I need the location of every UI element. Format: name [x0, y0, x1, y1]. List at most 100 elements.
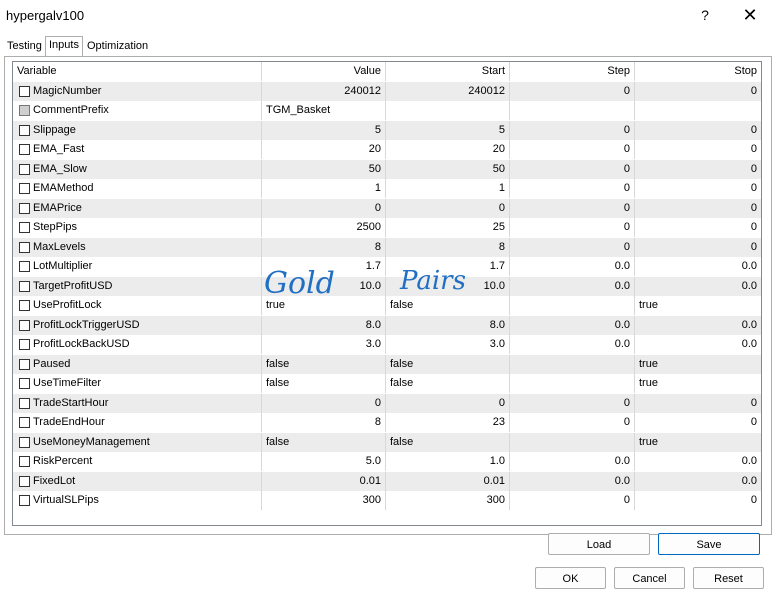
- header-stop[interactable]: Stop: [635, 62, 761, 81]
- table-row[interactable]: EMAMethod 1 1 0 0: [13, 179, 761, 199]
- value-cell[interactable]: 5.0: [262, 452, 386, 471]
- step-cell[interactable]: 0: [510, 81, 635, 101]
- start-cell[interactable]: 8.0: [386, 315, 510, 335]
- value-cell[interactable]: 10.0: [262, 276, 386, 296]
- help-button[interactable]: ?: [694, 4, 716, 26]
- table-row[interactable]: EMA_Slow 50 50 0 0: [13, 159, 761, 179]
- table-row[interactable]: MagicNumber 240012 240012 0 0: [13, 81, 761, 101]
- stop-cell[interactable]: 0: [635, 491, 761, 510]
- optimize-checkbox[interactable]: [19, 202, 30, 214]
- table-row[interactable]: ProfitLockTriggerUSD 8.0 8.0 0.0 0.0: [13, 315, 761, 335]
- value-cell[interactable]: 8: [262, 237, 386, 257]
- value-cell[interactable]: 1: [262, 179, 386, 198]
- optimize-checkbox[interactable]: [19, 417, 30, 428]
- optimize-checkbox[interactable]: [19, 397, 30, 409]
- value-cell[interactable]: TGM_Basket: [262, 101, 386, 120]
- value-cell[interactable]: 0: [262, 393, 386, 413]
- value-cell[interactable]: true: [262, 296, 386, 315]
- step-cell[interactable]: 0: [510, 393, 635, 413]
- start-cell[interactable]: 0: [386, 393, 510, 413]
- start-cell[interactable]: false: [386, 432, 510, 452]
- step-cell[interactable]: 0: [510, 120, 635, 140]
- step-cell[interactable]: [510, 101, 635, 120]
- header-value[interactable]: Value: [262, 62, 386, 81]
- value-cell[interactable]: 50: [262, 159, 386, 179]
- table-row[interactable]: StepPips 2500 25 0 0: [13, 218, 761, 238]
- optimize-checkbox[interactable]: [19, 378, 30, 389]
- stop-cell[interactable]: 0: [635, 218, 761, 237]
- step-cell[interactable]: 0: [510, 179, 635, 198]
- value-cell[interactable]: 300: [262, 491, 386, 510]
- step-cell[interactable]: 0: [510, 159, 635, 179]
- ok-button[interactable]: OK: [535, 567, 606, 589]
- value-cell[interactable]: false: [262, 374, 386, 393]
- stop-cell[interactable]: 0: [635, 160, 761, 179]
- optimize-checkbox[interactable]: [19, 280, 30, 292]
- step-cell[interactable]: [510, 354, 635, 374]
- step-cell[interactable]: 0.0: [510, 471, 635, 491]
- stop-cell[interactable]: 0.0: [635, 277, 761, 296]
- cancel-button[interactable]: Cancel: [614, 567, 685, 589]
- start-cell[interactable]: false: [386, 296, 510, 315]
- table-row[interactable]: FixedLot 0.01 0.01 0.0 0.0: [13, 471, 761, 491]
- load-button[interactable]: Load: [548, 533, 650, 555]
- optimize-checkbox[interactable]: [19, 183, 30, 194]
- table-row[interactable]: UseTimeFilter false false true: [13, 374, 761, 394]
- tab-inputs[interactable]: Inputs: [45, 36, 83, 56]
- optimize-checkbox[interactable]: [19, 300, 30, 311]
- value-cell[interactable]: 8.0: [262, 315, 386, 335]
- step-cell[interactable]: 0.0: [510, 257, 635, 276]
- stop-cell[interactable]: 0: [635, 394, 761, 413]
- table-row[interactable]: EMA_Fast 20 20 0 0: [13, 140, 761, 160]
- value-cell[interactable]: 8: [262, 413, 386, 432]
- stop-cell[interactable]: 0: [635, 413, 761, 432]
- value-cell[interactable]: 0.01: [262, 471, 386, 491]
- step-cell[interactable]: 0: [510, 218, 635, 237]
- start-cell[interactable]: 1.0: [386, 452, 510, 471]
- header-step[interactable]: Step: [510, 62, 635, 81]
- step-cell[interactable]: [510, 432, 635, 452]
- header-start[interactable]: Start: [386, 62, 510, 81]
- optimize-checkbox[interactable]: [19, 163, 30, 175]
- stop-cell[interactable]: 0.0: [635, 316, 761, 335]
- stop-cell[interactable]: true: [635, 296, 761, 315]
- optimize-checkbox[interactable]: [19, 144, 30, 155]
- table-row[interactable]: LotMultiplier 1.7 1.7 0.0 0.0: [13, 257, 761, 277]
- start-cell[interactable]: 23: [386, 413, 510, 432]
- stop-cell[interactable]: 0: [635, 121, 761, 140]
- optimize-checkbox[interactable]: [19, 339, 30, 350]
- header-variable[interactable]: Variable: [13, 62, 262, 81]
- stop-cell[interactable]: 0.0: [635, 452, 761, 471]
- table-row[interactable]: Paused false false true: [13, 354, 761, 374]
- stop-cell[interactable]: true: [635, 433, 761, 452]
- step-cell[interactable]: 0: [510, 140, 635, 159]
- stop-cell[interactable]: 0: [635, 179, 761, 198]
- table-row[interactable]: TradeStartHour 0 0 0 0: [13, 393, 761, 413]
- table-row[interactable]: UseMoneyManagement false false true: [13, 432, 761, 452]
- stop-cell[interactable]: 0: [635, 199, 761, 218]
- stop-cell[interactable]: [635, 101, 761, 120]
- step-cell[interactable]: 0.0: [510, 452, 635, 471]
- step-cell[interactable]: 0: [510, 413, 635, 432]
- step-cell[interactable]: 0.0: [510, 276, 635, 296]
- tab-testing[interactable]: Testing: [4, 38, 45, 55]
- start-cell[interactable]: 25: [386, 218, 510, 237]
- start-cell[interactable]: 240012: [386, 81, 510, 101]
- table-row[interactable]: Slippage 5 5 0 0: [13, 120, 761, 140]
- table-row[interactable]: ProfitLockBackUSD 3.0 3.0 0.0 0.0: [13, 335, 761, 355]
- value-cell[interactable]: 3.0: [262, 335, 386, 354]
- optimize-checkbox[interactable]: [19, 241, 30, 253]
- stop-cell[interactable]: 0: [635, 82, 761, 101]
- step-cell[interactable]: 0.0: [510, 335, 635, 354]
- step-cell[interactable]: [510, 374, 635, 393]
- value-cell[interactable]: 2500: [262, 218, 386, 237]
- optimize-checkbox[interactable]: [19, 222, 30, 233]
- start-cell[interactable]: false: [386, 374, 510, 393]
- table-row[interactable]: TargetProfitUSD 10.0 10.0 0.0 0.0: [13, 276, 761, 296]
- optimize-checkbox[interactable]: [19, 124, 30, 136]
- optimize-checkbox[interactable]: [19, 261, 30, 272]
- table-row[interactable]: MaxLevels 8 8 0 0: [13, 237, 761, 257]
- step-cell[interactable]: [510, 296, 635, 315]
- tab-optimization[interactable]: Optimization: [84, 38, 151, 55]
- optimize-checkbox[interactable]: [19, 456, 30, 467]
